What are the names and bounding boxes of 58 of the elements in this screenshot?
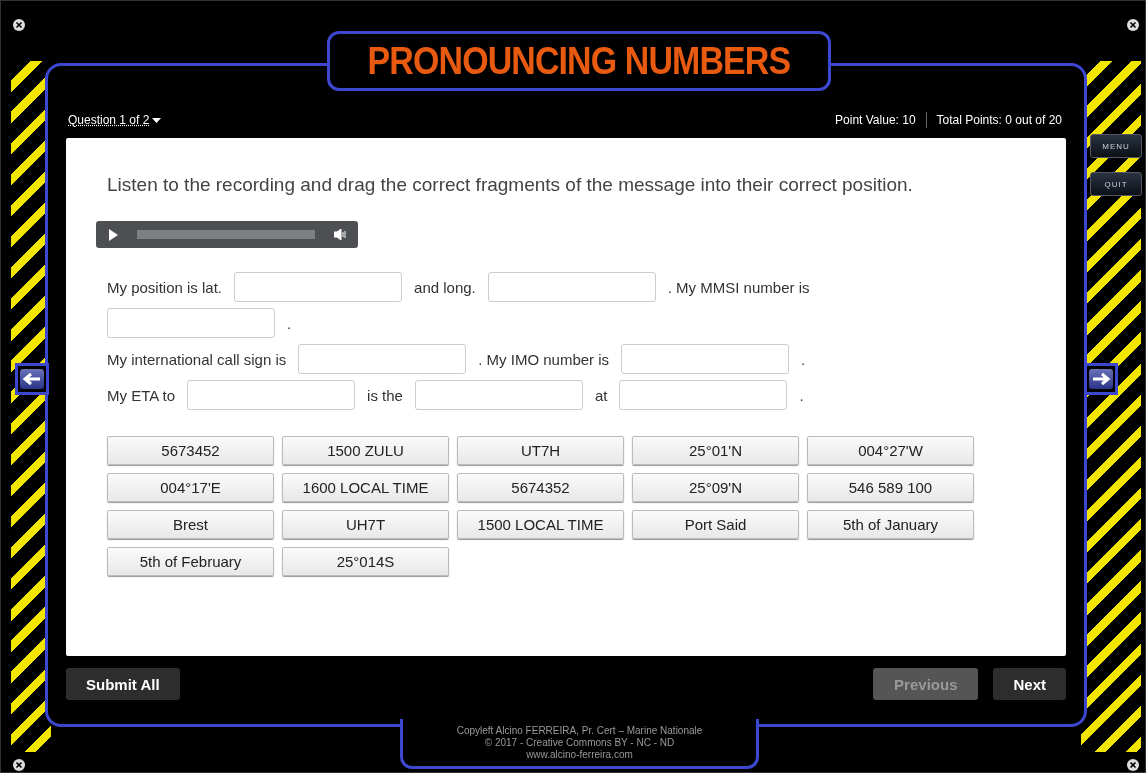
fragment-tile[interactable]: 25°01'N (632, 436, 799, 465)
close-icon[interactable] (13, 19, 25, 31)
fragment-tile[interactable]: UH7T (282, 510, 449, 539)
drop-field[interactable] (187, 380, 356, 410)
quit-button[interactable]: QUIT (1090, 172, 1142, 196)
sentence-text: is the (367, 386, 403, 404)
sentence-text: . (287, 314, 292, 332)
right-arrow-button[interactable] (1084, 363, 1118, 395)
fragment-tile[interactable]: 004°27'W (807, 436, 974, 465)
fragment-tile[interactable]: 004°17'E (107, 473, 274, 502)
fragment-tile[interactable]: 5th of January (807, 510, 974, 539)
drop-field[interactable] (621, 344, 790, 374)
drop-field[interactable] (619, 380, 788, 410)
caret-icon (152, 117, 162, 123)
sentence-text: . My MMSI number is (667, 278, 810, 296)
drop-field[interactable] (107, 308, 275, 338)
sentence-text: My position is lat. (107, 278, 223, 296)
volume-icon[interactable] (334, 229, 348, 240)
audio-progress-track[interactable] (137, 230, 315, 239)
close-icon[interactable] (13, 759, 25, 771)
footer-text: Copyleft Alcino FERREIRA, Pr. Cert – Marine Nationale (456, 725, 703, 737)
question-dropdown[interactable]: Question 1 of 2 (68, 113, 162, 127)
fragment-tile[interactable]: 5th of February (107, 547, 274, 576)
fragment-tile[interactable]: 5674352 (457, 473, 624, 502)
close-icon[interactable] (1127, 759, 1139, 771)
drop-field[interactable] (487, 272, 656, 302)
question-prompt: Listen to the recording and drag the correct fragments of the message into their correct position. (107, 173, 914, 197)
sentence-text: at (594, 386, 608, 404)
total-points: Total Points: 0 out of 20 (936, 113, 1062, 127)
page-title: PRONOUNCING NUMBERS (367, 39, 791, 83)
next-button[interactable]: Next (993, 668, 1066, 700)
footer-text: © 2017 - Creative Commons BY - NC - ND (484, 737, 675, 749)
menu-button[interactable]: MENU (1090, 134, 1142, 158)
sentence-text: . (799, 386, 804, 404)
left-arrow-button[interactable] (15, 363, 49, 395)
sentence-text: . (801, 350, 806, 368)
drop-field[interactable] (234, 272, 403, 302)
footer-text: www.alcino-ferreira.com (526, 749, 633, 761)
fragment-tile[interactable]: 1600 LOCAL TIME (282, 473, 449, 502)
play-icon[interactable] (108, 228, 118, 241)
sentence-text: and long. (414, 278, 476, 296)
drop-field[interactable] (414, 380, 583, 410)
fragment-tile[interactable]: Brest (107, 510, 274, 539)
sentence-text: . My IMO number is (478, 350, 610, 368)
fragment-tile[interactable]: Port Said (632, 510, 799, 539)
fragment-tile[interactable]: 5673452 (107, 436, 274, 465)
submit-all-button[interactable]: Submit All (66, 668, 180, 700)
fragment-tile[interactable]: 25°09'N (632, 473, 799, 502)
drop-field[interactable] (298, 344, 467, 374)
fragment-tile[interactable]: UT7H (457, 436, 624, 465)
sentence-text: My ETA to (107, 386, 176, 404)
fragment-tile[interactable]: 546 589 100 (807, 473, 974, 502)
close-icon[interactable] (1127, 19, 1139, 31)
fragment-tile[interactable]: 1500 LOCAL TIME (457, 510, 624, 539)
fragment-tile[interactable]: 1500 ZULU (282, 436, 449, 465)
sentence-text: My international call sign is (107, 350, 287, 368)
point-value: Point Value: 10 (835, 113, 916, 127)
fragment-tile[interactable]: 25°014S (282, 547, 449, 576)
